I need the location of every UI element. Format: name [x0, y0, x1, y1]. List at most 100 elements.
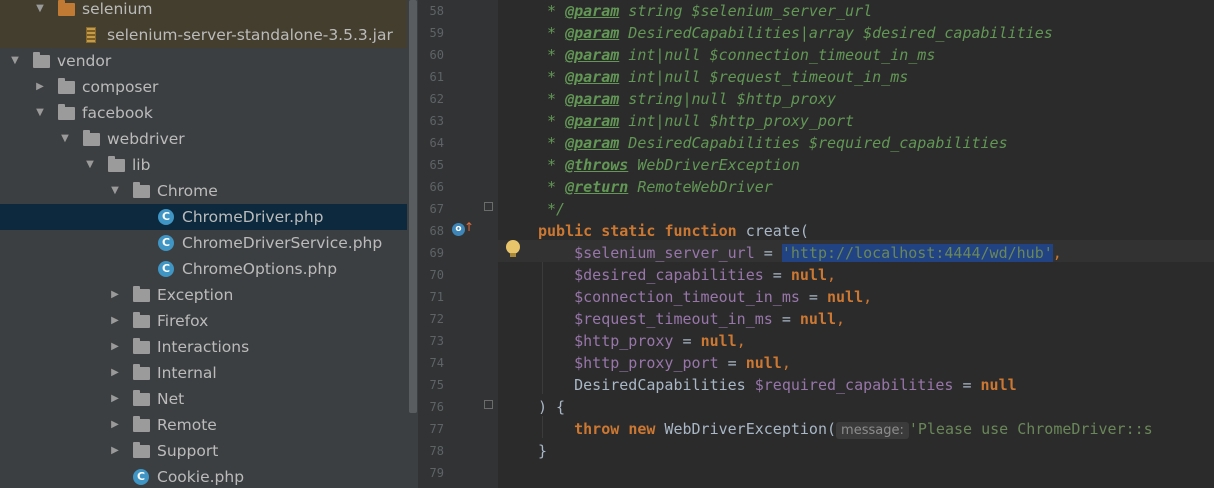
tree-node[interactable]: ▼ selenium — [0, 0, 407, 22]
tree-node-label: selenium — [82, 0, 153, 18]
line-number: 74 — [429, 356, 444, 370]
tree-node-label: facebook — [82, 104, 153, 122]
expand-arrow-icon[interactable]: ▶ — [108, 308, 122, 334]
collapse-arrow-icon[interactable]: ▼ — [58, 126, 72, 152]
tree-node[interactable]: ▶ Net — [0, 386, 407, 412]
intention-bulb-icon[interactable] — [506, 240, 520, 257]
folder-icon — [133, 364, 151, 381]
line-number: 59 — [429, 26, 444, 40]
line-number: 70 — [429, 268, 444, 282]
code-line-64: * @param DesiredCapabilities $required_c… — [538, 134, 1008, 152]
tree-node[interactable]: ▼ facebook — [0, 100, 407, 126]
folder-icon — [33, 52, 51, 69]
line-number: 71 — [429, 290, 444, 304]
line-number: 79 — [429, 466, 444, 480]
tree-node-label: ChromeDriver.php — [182, 208, 324, 226]
folder-icon — [58, 0, 76, 17]
expand-arrow-icon[interactable]: ▶ — [108, 360, 122, 386]
code-line-68: public static function create( — [538, 222, 809, 240]
tree-node[interactable]: ▼ Chrome — [0, 178, 407, 204]
expand-arrow-icon[interactable]: ▶ — [108, 386, 122, 412]
folder-icon — [133, 286, 151, 303]
folder-icon — [58, 78, 76, 95]
expand-arrow-icon[interactable]: ▶ — [33, 74, 47, 100]
tree-node-label: selenium-server-standalone-3.5.3.jar — [107, 26, 393, 44]
php-class-icon: C — [158, 209, 176, 225]
tree-node-label: composer — [82, 78, 159, 96]
tree-node[interactable]: ▶ composer — [0, 74, 407, 100]
tree-node-label: webdriver — [107, 130, 185, 148]
folder-icon — [133, 416, 151, 433]
code-line-65: * @throws WebDriverException — [538, 156, 800, 174]
collapse-arrow-icon[interactable]: ▼ — [108, 178, 122, 204]
expand-arrow-icon[interactable]: ▶ — [108, 334, 122, 360]
parameter-hint: message: — [836, 422, 909, 439]
line-number: 69 — [429, 246, 444, 260]
code-line-72: $request_timeout_in_ms = null, — [574, 310, 846, 328]
code-line-75: DesiredCapabilities $required_capabiliti… — [574, 376, 1017, 394]
tree-node[interactable]: ▶ Internal — [0, 360, 407, 386]
selected-string-literal: 'http://localhost:4444/wd/hub' — [781, 244, 1053, 262]
tree-node-label: Remote — [157, 416, 217, 434]
tree-node[interactable]: ▼ webdriver — [0, 126, 407, 152]
fold-marker-icon[interactable] — [484, 400, 493, 409]
tree-node[interactable]: ▶ Exception — [0, 282, 407, 308]
code-line-69: $selenium_server_url = 'http://localhost… — [574, 244, 1062, 262]
code-line-71: $connection_timeout_in_ms = null, — [574, 288, 873, 306]
override-arrow-icon[interactable]: ↑ — [464, 220, 474, 234]
tree-node[interactable]: ▶ Remote — [0, 412, 407, 438]
code-line-59: * @param DesiredCapabilities|array $desi… — [538, 24, 1053, 42]
collapse-arrow-icon[interactable]: ▼ — [83, 152, 97, 178]
tree-node[interactable]: ▶ Interactions — [0, 334, 407, 360]
tree-node[interactable]: C ChromeDriver.php — [0, 204, 407, 230]
php-class-icon: C — [158, 261, 176, 277]
fold-marker-icon[interactable] — [484, 202, 493, 211]
code-line-73: $http_proxy = null, — [574, 332, 746, 350]
folder-icon — [58, 104, 76, 121]
tree-node-label: Interactions — [157, 338, 250, 356]
tree-node-label: vendor — [57, 52, 112, 70]
line-number: 63 — [429, 114, 444, 128]
line-number: 76 — [429, 400, 444, 414]
code-line-66: * @return RemoteWebDriver — [538, 178, 773, 196]
project-tree-scrollbar-thumb[interactable] — [409, 0, 417, 413]
folder-icon — [133, 390, 151, 407]
code-line-78: } — [538, 442, 548, 460]
collapse-arrow-icon[interactable]: ▼ — [8, 48, 22, 74]
line-number: 75 — [429, 378, 444, 392]
expand-arrow-icon[interactable]: ▶ — [108, 282, 122, 308]
code-line-60: * @param int|null $connection_timeout_in… — [538, 46, 936, 64]
tree-node[interactable]: ▼ vendor — [0, 48, 407, 74]
tree-node-label: Net — [157, 390, 185, 408]
line-number: 73 — [429, 334, 444, 348]
expand-arrow-icon[interactable]: ▶ — [108, 412, 122, 438]
line-number: 77 — [429, 422, 444, 436]
code-line-74: $http_proxy_port = null, — [574, 354, 791, 372]
tree-node[interactable]: ▶ Support — [0, 438, 407, 464]
line-number: 61 — [429, 70, 444, 84]
line-number: 60 — [429, 48, 444, 62]
tree-node-label: ChromeOptions.php — [182, 260, 338, 278]
tree-node[interactable]: C ChromeDriverService.php — [0, 230, 407, 256]
line-number: 64 — [429, 136, 444, 150]
tree-node[interactable]: C ChromeOptions.php — [0, 256, 407, 282]
tree-node-label: Support — [157, 442, 219, 460]
tree-node[interactable]: ▼ lib — [0, 152, 407, 178]
line-number: 58 — [429, 4, 444, 18]
line-number: 78 — [429, 444, 444, 458]
tree-node[interactable]: ▶ Firefox — [0, 308, 407, 334]
line-number: 67 — [429, 202, 444, 216]
tree-node-label: lib — [132, 156, 151, 174]
collapse-arrow-icon[interactable]: ▼ — [33, 100, 47, 126]
collapse-arrow-icon[interactable]: ▼ — [33, 0, 47, 22]
folder-icon — [133, 182, 151, 199]
folder-icon — [108, 156, 126, 173]
expand-arrow-icon[interactable]: ▶ — [108, 438, 122, 464]
tree-node[interactable]: selenium-server-standalone-3.5.3.jar — [0, 22, 407, 48]
code-line-61: * @param int|null $request_timeout_in_ms — [538, 68, 909, 86]
tree-node[interactable]: C Cookie.php — [0, 464, 407, 488]
code-line-77: throw new WebDriverException(message: 'Pl… — [574, 420, 1153, 439]
folder-icon — [83, 130, 101, 147]
code-line-58: * @param string $selenium_server_url — [538, 2, 873, 20]
tree-node-label: Firefox — [157, 312, 209, 330]
